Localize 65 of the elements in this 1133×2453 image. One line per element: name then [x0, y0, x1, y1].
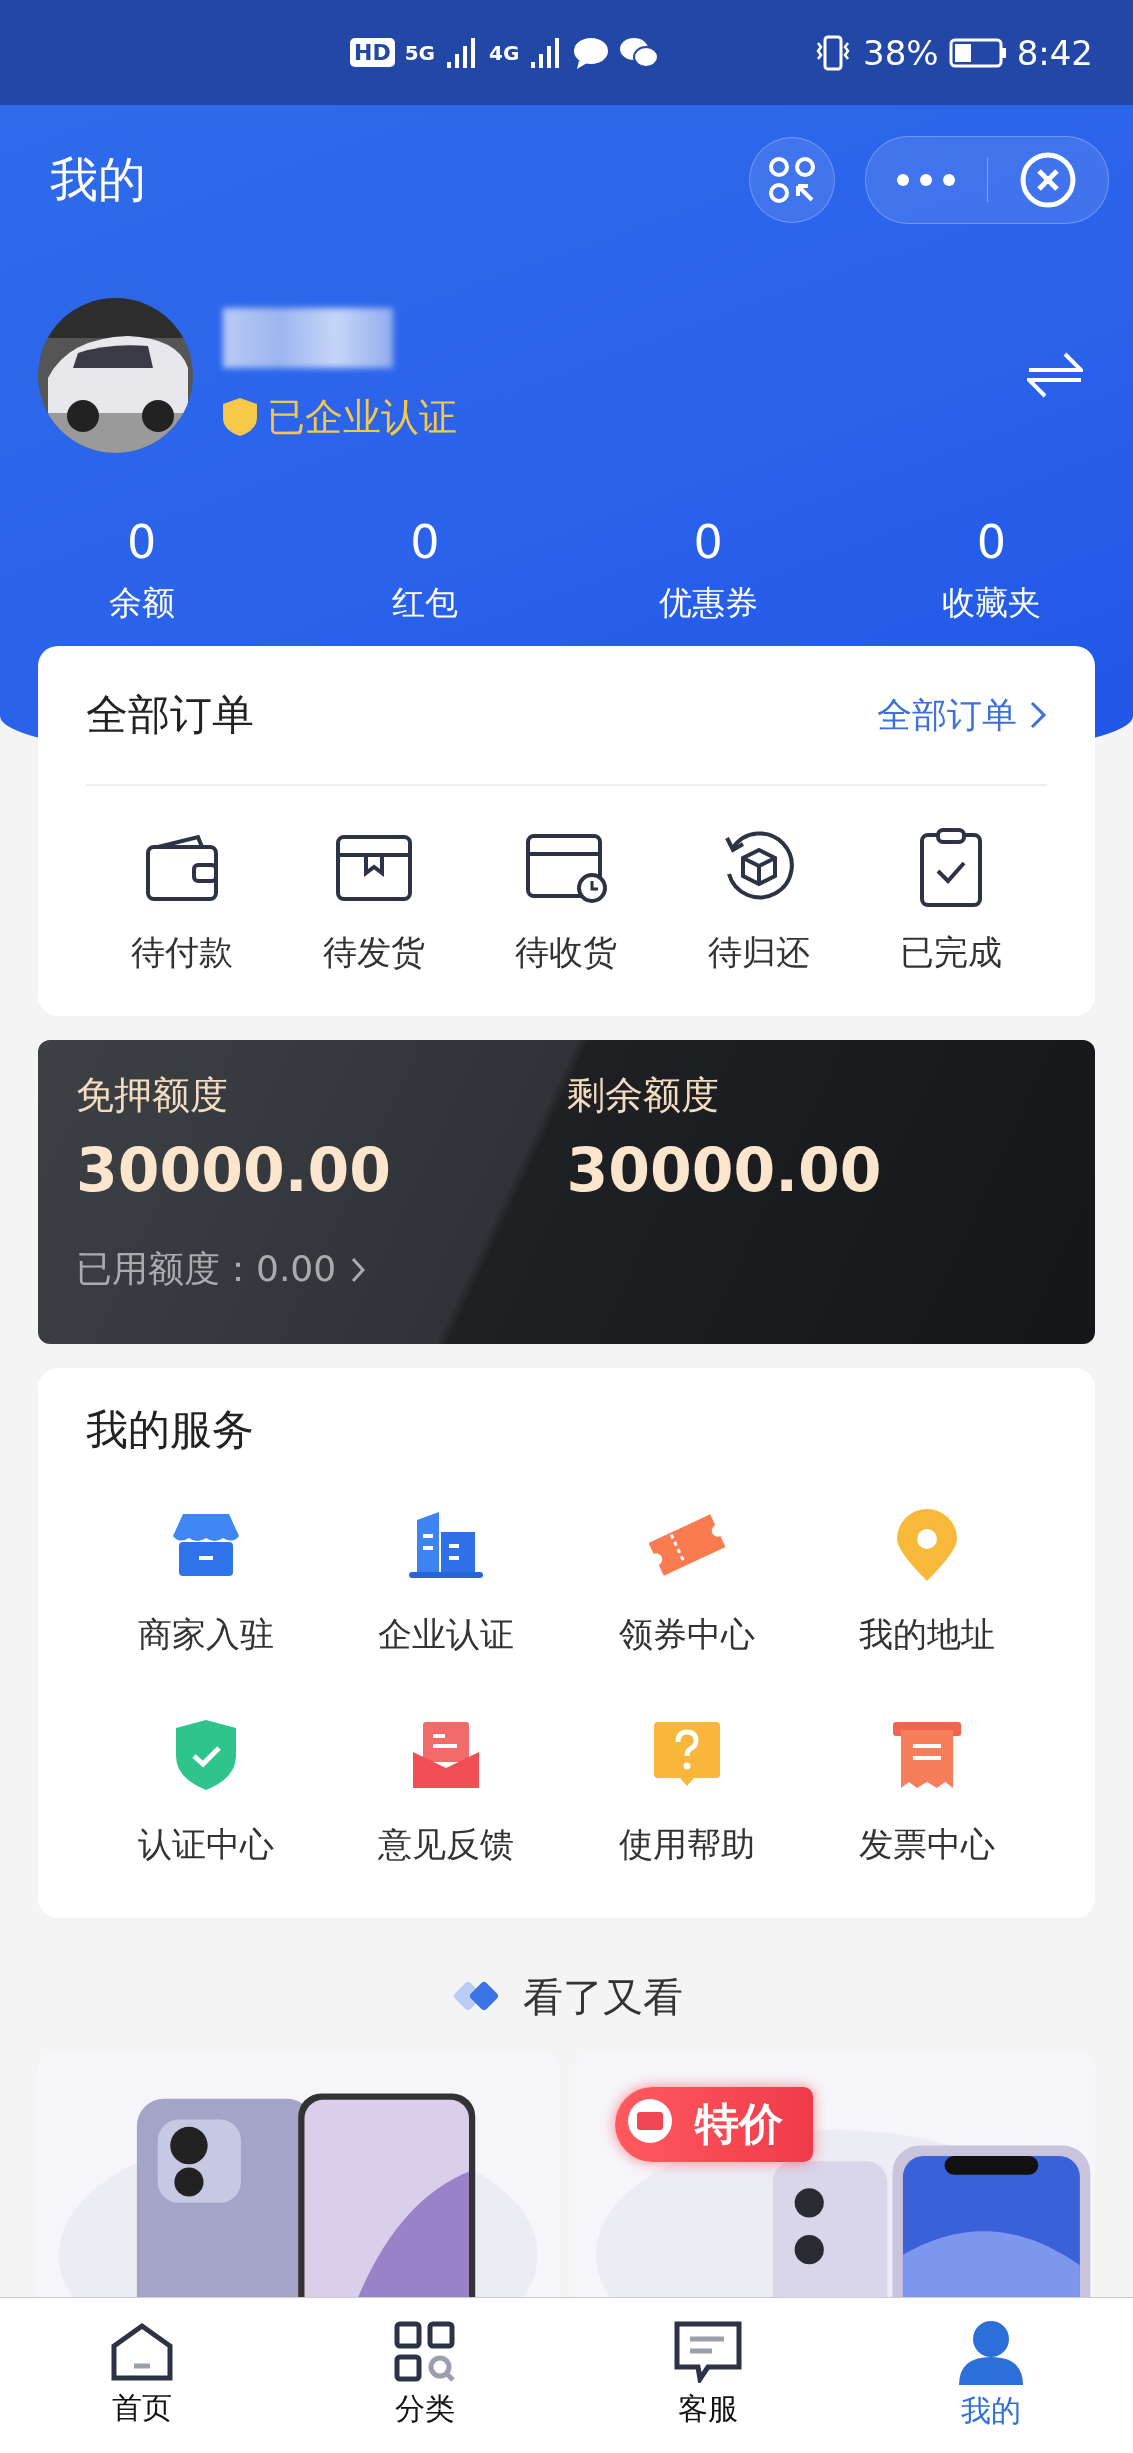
category-icon — [393, 2321, 456, 2383]
credit-label: 剩余额度 — [566, 1072, 720, 1119]
person-icon — [959, 2319, 1024, 2385]
service-label[interactable]: 发票中心 — [858, 1822, 995, 1868]
location-pin-icon — [896, 1509, 957, 1581]
service-label[interactable]: 领券中心 — [618, 1612, 755, 1658]
switch-icon[interactable] — [1027, 350, 1083, 400]
credit-amount: 30000.00 — [566, 1135, 883, 1205]
more-icon — [896, 173, 957, 187]
tab-item[interactable]: 客服 — [566, 2298, 850, 2453]
chat-icon — [674, 2321, 743, 2383]
shield-check-icon — [176, 1720, 237, 1790]
shield-icon — [223, 398, 257, 436]
service-label[interactable]: 我的地址 — [858, 1612, 995, 1658]
building-icon — [409, 1512, 484, 1578]
stat-label: 余额 — [108, 582, 175, 624]
card-title: 全部订单 — [86, 689, 254, 741]
service-label[interactable]: 商家入驻 — [138, 1612, 275, 1658]
tab-item[interactable]: 分类 — [283, 2298, 567, 2453]
battery-icon — [948, 37, 1007, 68]
clipboard-check-icon — [917, 827, 984, 909]
chevron-right-icon — [1029, 700, 1047, 730]
stat-value: 0 — [693, 515, 723, 569]
network-label: 5G — [404, 40, 436, 65]
page-title: 我的 — [50, 150, 147, 209]
close-icon — [1019, 152, 1076, 208]
credit-amount: 30000.00 — [76, 1135, 393, 1205]
order-status-label[interactable]: 待收货 — [515, 930, 618, 976]
service-label[interactable]: 使用帮助 — [618, 1822, 755, 1868]
stat-value: 0 — [127, 515, 157, 569]
box-icon — [334, 833, 415, 903]
hd-indicator: HD — [350, 38, 395, 67]
inbox-icon — [413, 1722, 480, 1788]
credit-label: 免押额度 — [76, 1072, 229, 1119]
home-icon — [109, 2322, 174, 2382]
help-icon — [653, 1722, 720, 1788]
section-title: 看了又看 — [522, 1972, 683, 2022]
battery-percentage: 38% — [863, 32, 939, 73]
scan-icon — [768, 156, 816, 204]
stat-label: 收藏夹 — [941, 582, 1041, 624]
tab-item[interactable]: 我的 — [849, 2298, 1133, 2453]
order-status-label[interactable]: 待付款 — [131, 930, 234, 976]
stat-value: 0 — [976, 515, 1006, 569]
store-icon — [173, 1514, 240, 1576]
verification-label: 已企业认证 — [267, 393, 457, 441]
order-status-label[interactable]: 已完成 — [899, 930, 1002, 976]
box-clock-icon — [524, 832, 609, 904]
tab-item[interactable]: 首页 — [0, 2298, 284, 2453]
order-status-label[interactable]: 待发货 — [323, 930, 426, 976]
stat-value: 0 — [410, 515, 440, 569]
stat-label: 优惠券 — [658, 582, 758, 624]
network-label: 4G — [489, 40, 520, 65]
order-status-label[interactable]: 待归还 — [707, 930, 810, 976]
card-title: 我的服务 — [86, 1404, 255, 1456]
service-label[interactable]: 意见反馈 — [378, 1822, 515, 1868]
service-label[interactable]: 认证中心 — [138, 1822, 275, 1868]
used-credit-link[interactable]: 已用额度：0.00 — [76, 1245, 567, 1294]
service-label[interactable]: 企业认证 — [378, 1612, 515, 1658]
stat-label: 红包 — [391, 582, 458, 624]
chat-bubble-icon — [573, 36, 610, 69]
status-time: 8:42 — [1016, 32, 1093, 73]
wallet-icon — [144, 833, 221, 903]
chevron-right-icon — [350, 1255, 367, 1284]
receipt-icon — [892, 1722, 961, 1788]
all-orders-link[interactable]: 全部订单 — [877, 691, 1047, 739]
